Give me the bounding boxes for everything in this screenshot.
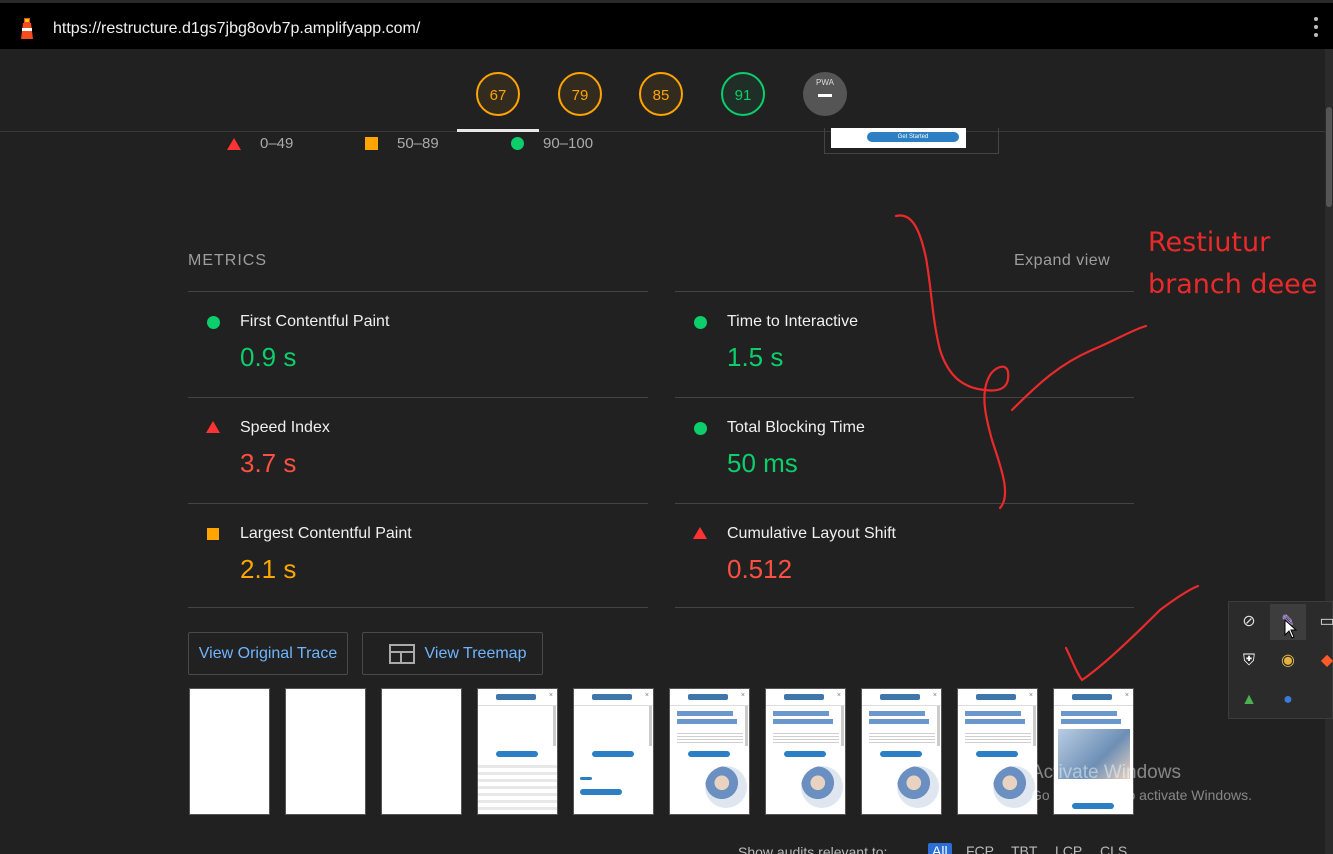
network-disconnected-icon[interactable]: ⊘ <box>1231 604 1267 640</box>
page-scrollbar[interactable] <box>1325 49 1333 854</box>
filmstrip-frame <box>381 688 462 815</box>
filmstrip-frame: × <box>765 688 846 815</box>
metric-value: 2.1 s <box>240 554 297 584</box>
legend-pass-range: 90–100 <box>543 135 594 152</box>
mouse-icon[interactable]: ▭ <box>1309 604 1333 640</box>
system-tray-overflow: ⊘ ✎ ▭ ⛨ ◉ ◆ ▲ ● <box>1228 601 1333 719</box>
audit-filter-label: Show audits relevant to: <box>738 844 888 854</box>
filter-chip-tbt[interactable]: TBT <box>1011 843 1037 854</box>
metric-name: Speed Index <box>240 419 330 436</box>
metric-value: 0.9 s <box>240 342 297 372</box>
annotation-text-line2: branch deee <box>1148 269 1318 300</box>
scrollbar-thumb[interactable] <box>1326 107 1332 207</box>
best-practices-score-gauge[interactable]: 85 <box>639 72 683 116</box>
get-started-preview-button: Get Started <box>867 132 959 142</box>
fail-triangle-icon <box>206 421 220 433</box>
google-drive-icon[interactable]: ▲ <box>1231 682 1267 718</box>
divider <box>188 397 648 398</box>
accessibility-score-gauge[interactable]: 79 <box>558 72 602 116</box>
pass-circle-icon <box>694 316 707 329</box>
annotation-text-line1: Restiutur <box>1148 227 1271 258</box>
final-screenshot-preview: Get Started <box>824 128 999 154</box>
fail-triangle-icon <box>693 527 707 539</box>
fail-triangle-icon <box>227 138 241 150</box>
filter-chip-all[interactable]: All <box>928 843 952 854</box>
view-original-trace-button[interactable]: View Original Trace <box>188 632 348 675</box>
pass-circle-icon <box>207 316 220 329</box>
divider <box>675 503 1134 504</box>
lighthouse-icon <box>21 18 33 39</box>
filmstrip-frame: × <box>669 688 750 815</box>
filmstrip-frame <box>189 688 270 815</box>
legend-average-range: 50–89 <box>397 135 439 152</box>
pwa-badge[interactable]: PWA <box>803 72 847 116</box>
filter-chip-lcp[interactable]: LCP <box>1055 843 1082 854</box>
pwa-dash-icon <box>818 94 832 97</box>
treemap-icon <box>389 644 415 664</box>
filmstrip-frame: × <box>477 688 558 815</box>
filmstrip-frame: × <box>861 688 942 815</box>
view-treemap-button[interactable]: View Treemap <box>362 632 543 675</box>
pass-circle-icon <box>694 422 707 435</box>
pass-circle-icon <box>511 137 524 150</box>
metric-value: 3.7 s <box>240 448 297 478</box>
divider <box>188 291 648 292</box>
performance-score-gauge[interactable]: 67 <box>476 72 520 116</box>
mouse-cursor-icon <box>1284 619 1298 639</box>
expand-view-toggle[interactable]: Expand view <box>1014 252 1110 270</box>
legend-fail-range: 0–49 <box>260 135 294 152</box>
metric-name: First Contentful Paint <box>240 313 390 330</box>
metric-value: 50 ms <box>727 448 798 478</box>
divider <box>675 291 1134 292</box>
filter-chip-fcp[interactable]: FCP <box>966 843 994 854</box>
divider <box>675 607 1134 608</box>
view-treemap-label: View Treemap <box>424 645 527 662</box>
activate-windows-watermark: Activate Windows <box>1031 762 1181 783</box>
metric-value: 1.5 s <box>727 342 784 372</box>
webex-icon[interactable]: ● <box>1270 682 1306 718</box>
activate-windows-hint: Go to Settings to activate Windows. <box>1031 787 1252 803</box>
metrics-heading: METRICS <box>188 252 267 269</box>
metric-value: 0.512 <box>727 554 793 584</box>
brave-icon[interactable]: ◆ <box>1309 643 1333 679</box>
filter-chip-cls[interactable]: CLS <box>1100 843 1127 854</box>
seo-score-gauge[interactable]: 91 <box>721 72 765 116</box>
average-square-icon <box>365 137 378 150</box>
chrome-icon[interactable]: ◉ <box>1270 643 1306 679</box>
divider <box>188 503 648 504</box>
address-bar-url[interactable]: https://restructure.d1gs7jbg8ovb7p.ampli… <box>53 20 420 38</box>
average-square-icon <box>207 528 219 540</box>
metric-name: Time to Interactive <box>727 313 859 330</box>
metric-name: Total Blocking Time <box>727 419 865 436</box>
filmstrip-frame <box>285 688 366 815</box>
metric-name: Cumulative Layout Shift <box>727 525 896 542</box>
divider <box>675 397 1134 398</box>
divider <box>188 607 648 608</box>
score-gauges-bar: 67 79 85 91 PWA <box>0 49 1325 132</box>
browser-toolbar: https://restructure.d1gs7jbg8ovb7p.ampli… <box>0 0 1333 49</box>
security-shield-icon[interactable]: ⛨ <box>1231 643 1267 679</box>
active-gauge-underline <box>457 129 539 132</box>
filmstrip-frame: × <box>573 688 654 815</box>
kebab-menu-icon[interactable] <box>1313 17 1319 41</box>
metric-name: Largest Contentful Paint <box>240 525 412 542</box>
filmstrip-frame: × <box>957 688 1038 815</box>
